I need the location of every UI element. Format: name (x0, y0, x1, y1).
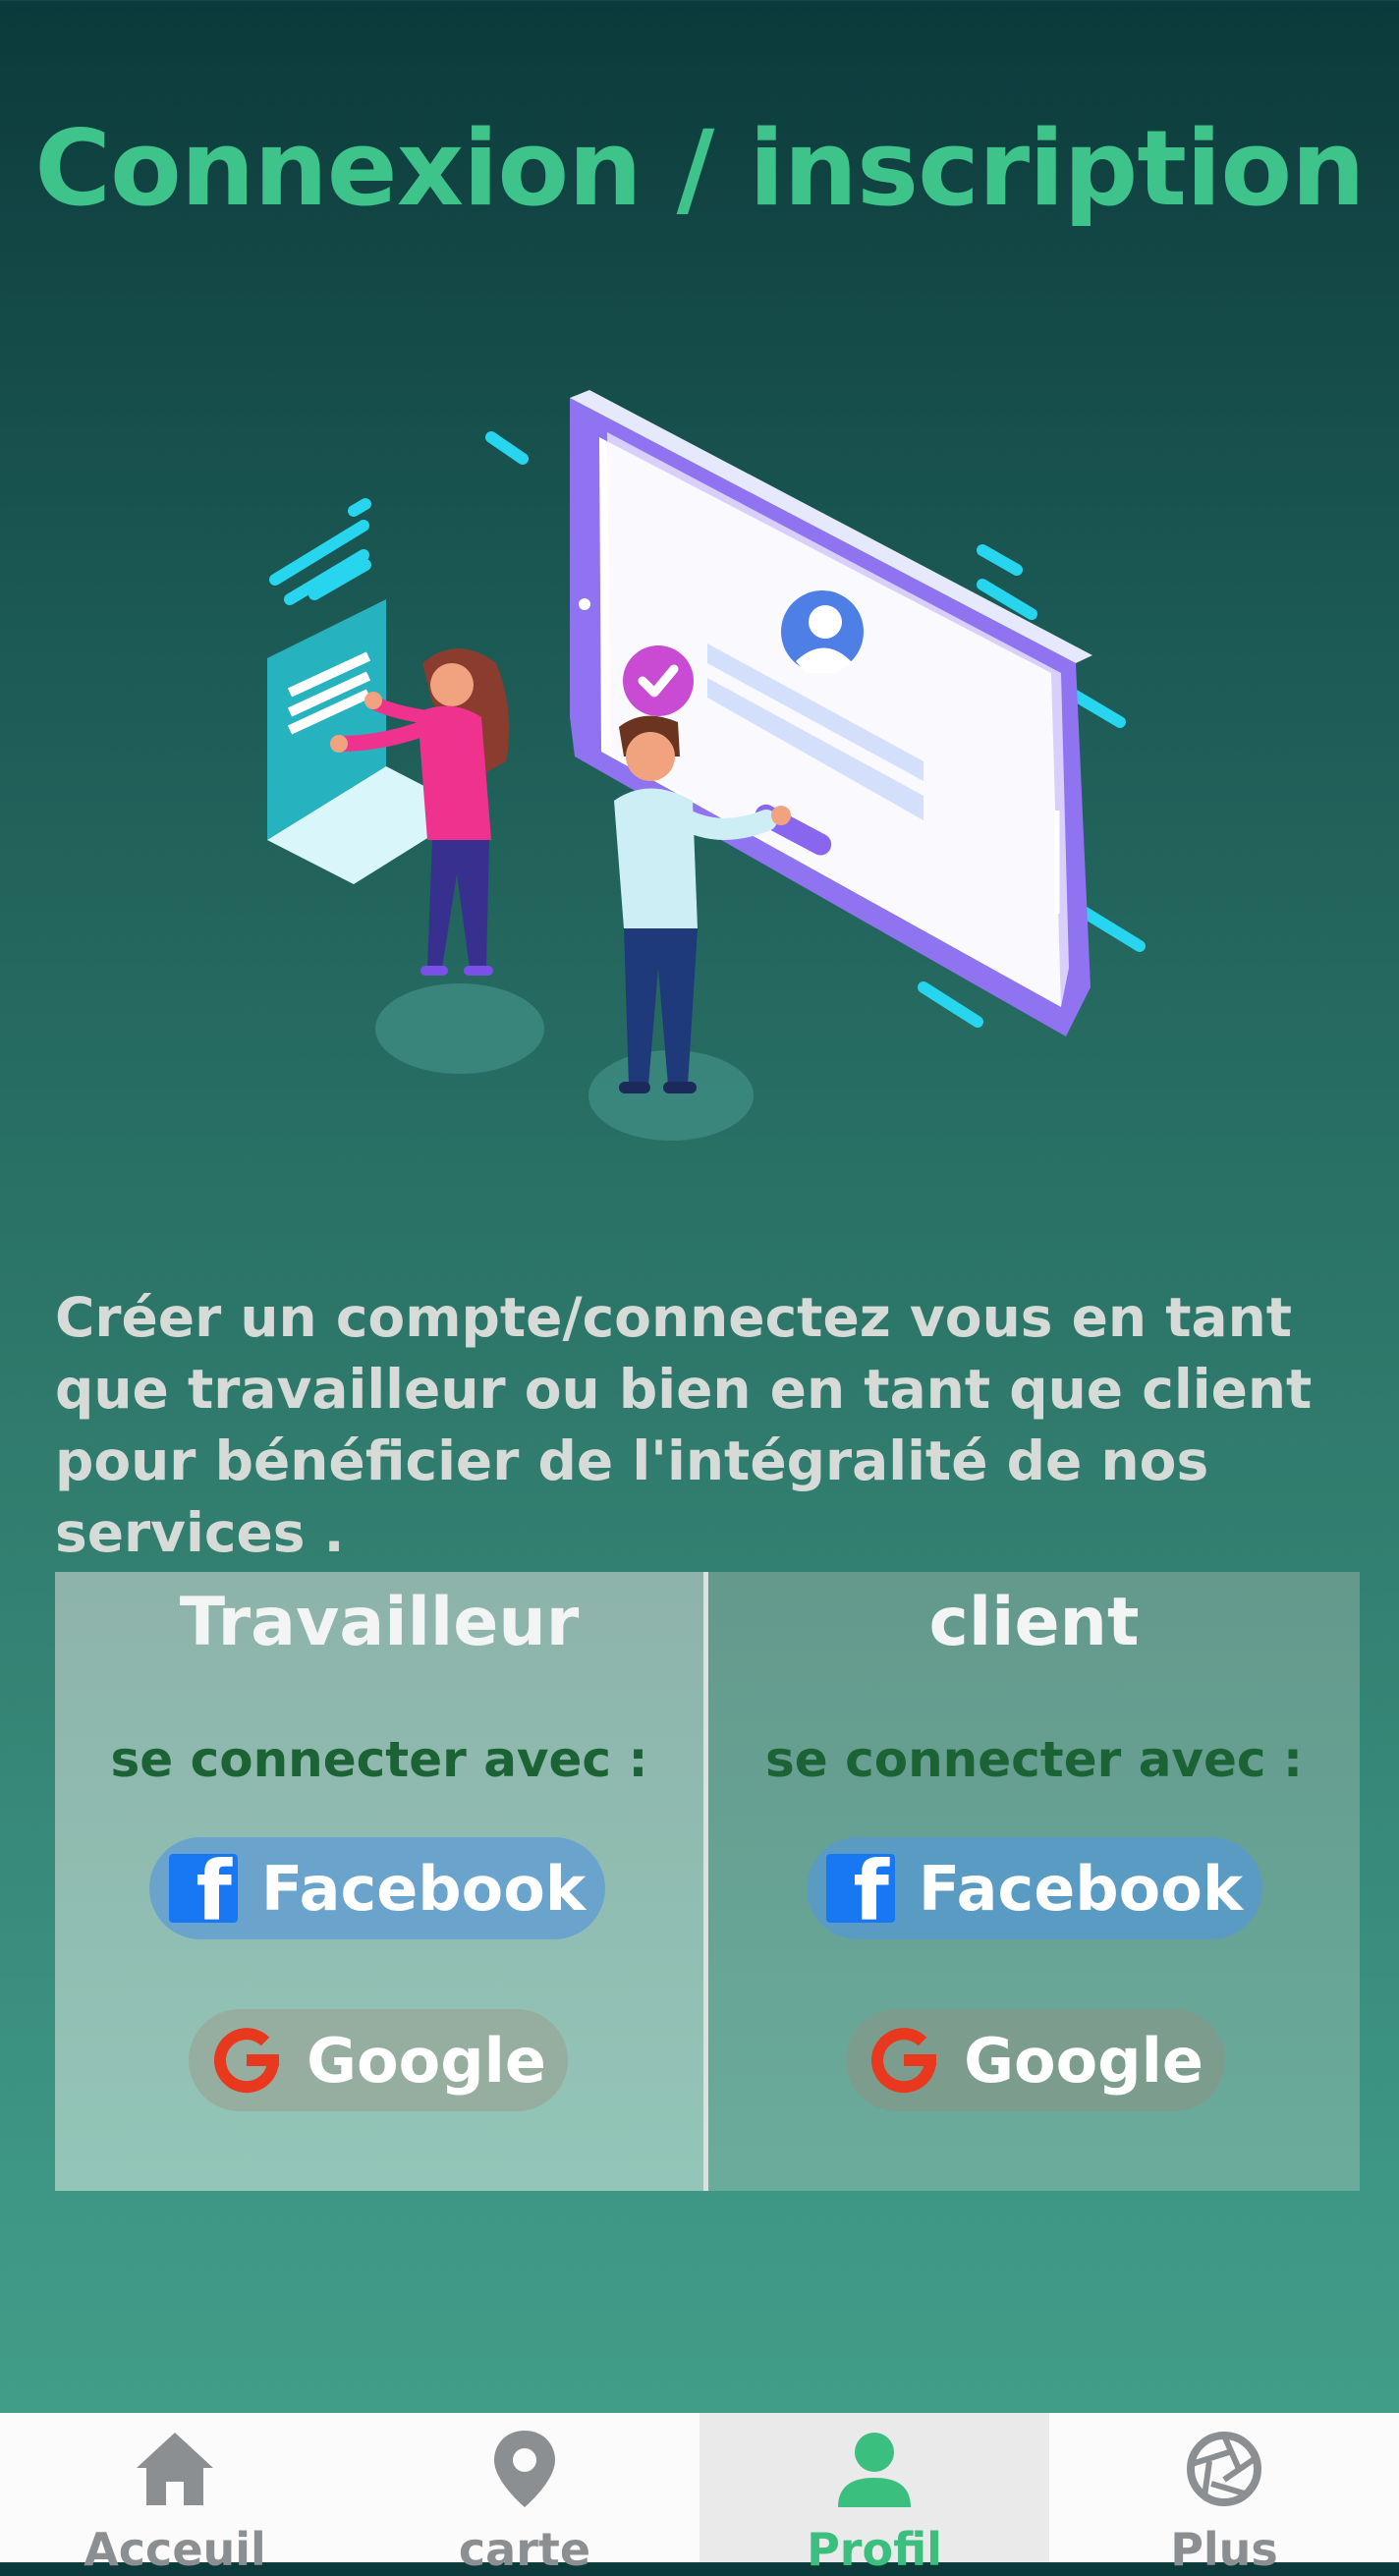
facebook-button-label: Facebook (918, 1852, 1244, 1925)
nav-label-plus: Plus (1170, 2523, 1278, 2576)
facebook-icon: f (825, 1854, 895, 1923)
google-icon (871, 2028, 937, 2094)
nav-label-profil: Profil (807, 2523, 942, 2576)
intro-text: Créer un compte/connectez vous en tant q… (55, 1286, 1313, 1564)
google-icon (214, 2028, 280, 2094)
nav-label-acceuil: Acceuil (84, 2523, 266, 2576)
home-icon (137, 2433, 213, 2505)
client-facebook-button[interactable]: f Facebook (807, 1837, 1262, 1939)
google-button-label: Google (964, 2024, 1203, 2097)
worker-panel: Travailleur se connecter avec : f Facebo… (55, 1572, 703, 2191)
map-pin-icon (494, 2431, 555, 2507)
client-connect-label: se connecter avec : (765, 1731, 1303, 1788)
worker-google-button[interactable]: Google (189, 2009, 568, 2111)
nav-label-carte: carte (458, 2523, 591, 2576)
bottom-nav: Acceuil carte Profil Plus (0, 2413, 1399, 2576)
client-google-button[interactable]: Google (846, 2009, 1225, 2111)
aperture-icon (1187, 2432, 1261, 2506)
facebook-button-label: Facebook (260, 1852, 587, 1925)
page-title: Connexion / inscription (34, 108, 1365, 229)
worker-connect-label: se connecter avec : (110, 1731, 648, 1788)
worker-facebook-button[interactable]: f Facebook (149, 1837, 605, 1939)
user-icon (838, 2433, 911, 2507)
client-panel: client se connecter avec : f Facebook Go… (708, 1572, 1360, 2191)
worker-panel-title: Travailleur (179, 1584, 580, 1661)
login-illustration (267, 390, 1146, 1141)
google-button-label: Google (307, 2024, 546, 2097)
nav-item-plus[interactable]: Plus (1049, 2413, 1399, 2576)
nav-item-carte[interactable]: carte (350, 2413, 700, 2576)
client-panel-title: client (928, 1584, 1140, 1661)
facebook-icon: f (168, 1854, 238, 1923)
nav-item-profil[interactable]: Profil (700, 2413, 1049, 2576)
nav-item-acceuil[interactable]: Acceuil (0, 2413, 350, 2576)
